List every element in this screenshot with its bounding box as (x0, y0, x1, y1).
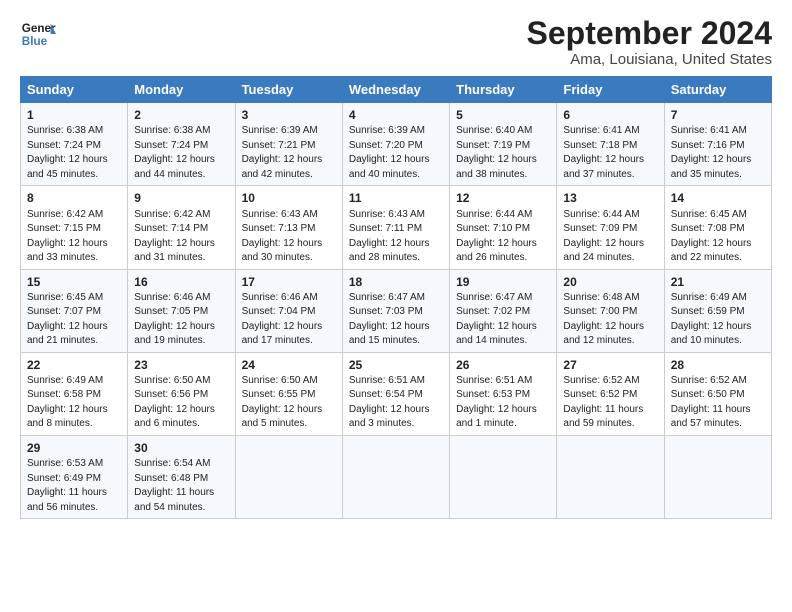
calendar-week-row: 22 Sunrise: 6:49 AMSunset: 6:58 PMDaylig… (21, 352, 772, 435)
table-row: 22 Sunrise: 6:49 AMSunset: 6:58 PMDaylig… (21, 352, 128, 435)
table-row: 25 Sunrise: 6:51 AMSunset: 6:54 PMDaylig… (342, 352, 449, 435)
table-row: 3 Sunrise: 6:39 AMSunset: 7:21 PMDayligh… (235, 103, 342, 186)
table-row: 4 Sunrise: 6:39 AMSunset: 7:20 PMDayligh… (342, 103, 449, 186)
col-sunday: Sunday (21, 77, 128, 103)
table-row: 15 Sunrise: 6:45 AMSunset: 7:07 PMDaylig… (21, 269, 128, 352)
table-row: 7 Sunrise: 6:41 AMSunset: 7:16 PMDayligh… (664, 103, 771, 186)
table-row: 6 Sunrise: 6:41 AMSunset: 7:18 PMDayligh… (557, 103, 664, 186)
table-row: 2 Sunrise: 6:38 AMSunset: 7:24 PMDayligh… (128, 103, 235, 186)
table-row: 9 Sunrise: 6:42 AMSunset: 7:14 PMDayligh… (128, 186, 235, 269)
empty-cell (235, 435, 342, 518)
table-row: 10 Sunrise: 6:43 AMSunset: 7:13 PMDaylig… (235, 186, 342, 269)
calendar-week-row: 1 Sunrise: 6:38 AMSunset: 7:24 PMDayligh… (21, 103, 772, 186)
empty-cell (342, 435, 449, 518)
generalblue-icon: General Blue (20, 16, 56, 52)
empty-cell (450, 435, 557, 518)
table-row: 26 Sunrise: 6:51 AMSunset: 6:53 PMDaylig… (450, 352, 557, 435)
table-row: 8 Sunrise: 6:42 AMSunset: 7:15 PMDayligh… (21, 186, 128, 269)
col-saturday: Saturday (664, 77, 771, 103)
table-row: 14 Sunrise: 6:45 AMSunset: 7:08 PMDaylig… (664, 186, 771, 269)
header: General Blue September 2024 Ama, Louisia… (20, 16, 772, 68)
table-row: 13 Sunrise: 6:44 AMSunset: 7:09 PMDaylig… (557, 186, 664, 269)
table-row: 27 Sunrise: 6:52 AMSunset: 6:52 PMDaylig… (557, 352, 664, 435)
calendar-table: Sunday Monday Tuesday Wednesday Thursday… (20, 76, 772, 519)
table-row: 5 Sunrise: 6:40 AMSunset: 7:19 PMDayligh… (450, 103, 557, 186)
title-block: September 2024 Ama, Louisiana, United St… (527, 16, 772, 68)
calendar-week-row: 8 Sunrise: 6:42 AMSunset: 7:15 PMDayligh… (21, 186, 772, 269)
table-row: 20 Sunrise: 6:48 AMSunset: 7:00 PMDaylig… (557, 269, 664, 352)
table-row: 19 Sunrise: 6:47 AMSunset: 7:02 PMDaylig… (450, 269, 557, 352)
table-row: 28 Sunrise: 6:52 AMSunset: 6:50 PMDaylig… (664, 352, 771, 435)
table-row: 12 Sunrise: 6:44 AMSunset: 7:10 PMDaylig… (450, 186, 557, 269)
table-row: 1 Sunrise: 6:38 AMSunset: 7:24 PMDayligh… (21, 103, 128, 186)
table-row: 21 Sunrise: 6:49 AMSunset: 6:59 PMDaylig… (664, 269, 771, 352)
col-monday: Monday (128, 77, 235, 103)
table-row: 24 Sunrise: 6:50 AMSunset: 6:55 PMDaylig… (235, 352, 342, 435)
svg-text:Blue: Blue (22, 35, 48, 48)
table-row: 30 Sunrise: 6:54 AMSunset: 6:48 PMDaylig… (128, 435, 235, 518)
calendar-subtitle: Ama, Louisiana, United States (527, 51, 772, 68)
calendar-week-row: 29 Sunrise: 6:53 AMSunset: 6:49 PMDaylig… (21, 435, 772, 518)
table-row: 18 Sunrise: 6:47 AMSunset: 7:03 PMDaylig… (342, 269, 449, 352)
empty-cell (664, 435, 771, 518)
col-tuesday: Tuesday (235, 77, 342, 103)
table-row: 29 Sunrise: 6:53 AMSunset: 6:49 PMDaylig… (21, 435, 128, 518)
table-row: 16 Sunrise: 6:46 AMSunset: 7:05 PMDaylig… (128, 269, 235, 352)
col-thursday: Thursday (450, 77, 557, 103)
empty-cell (557, 435, 664, 518)
table-row: 17 Sunrise: 6:46 AMSunset: 7:04 PMDaylig… (235, 269, 342, 352)
table-row: 23 Sunrise: 6:50 AMSunset: 6:56 PMDaylig… (128, 352, 235, 435)
page: General Blue September 2024 Ama, Louisia… (0, 0, 792, 612)
col-wednesday: Wednesday (342, 77, 449, 103)
calendar-header-row: Sunday Monday Tuesday Wednesday Thursday… (21, 77, 772, 103)
calendar-title: September 2024 (527, 16, 772, 51)
table-row: 11 Sunrise: 6:43 AMSunset: 7:11 PMDaylig… (342, 186, 449, 269)
col-friday: Friday (557, 77, 664, 103)
logo: General Blue (20, 16, 56, 52)
calendar-week-row: 15 Sunrise: 6:45 AMSunset: 7:07 PMDaylig… (21, 269, 772, 352)
